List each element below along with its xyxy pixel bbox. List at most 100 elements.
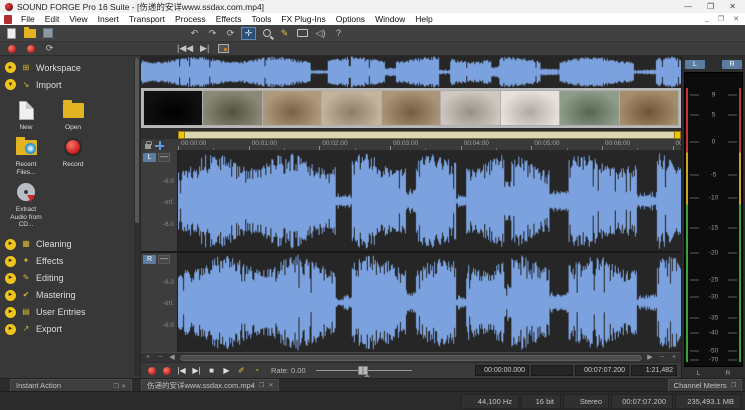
extract-audio-from-cd-button[interactable]: Extract Audio from CD...: [8, 180, 44, 228]
zoom-in-time-button[interactable]: +: [669, 354, 679, 362]
play-as-sample-button[interactable]: ✐: [235, 365, 248, 377]
video-thumbnail-9[interactable]: [620, 91, 678, 125]
sidebar-scrollbar[interactable]: [134, 58, 140, 376]
scrollbar-track[interactable]: [179, 355, 643, 361]
menu-options[interactable]: Options: [331, 14, 370, 24]
left-channel-waveform[interactable]: [178, 151, 681, 251]
event-tool-button[interactable]: [295, 27, 310, 40]
sidebar-section-user-entries[interactable]: ►▤User Entries: [2, 305, 131, 320]
remote-record-button[interactable]: [4, 42, 19, 55]
video-thumbnail-7[interactable]: [501, 91, 559, 125]
channel-meters-tab[interactable]: Channel Meters ❐: [668, 379, 742, 391]
menu-help[interactable]: Help: [410, 14, 437, 24]
doc-restore-button[interactable]: ❐: [718, 15, 724, 23]
sidebar-section-export[interactable]: ►↗Export: [2, 322, 131, 337]
new-file-button[interactable]: [4, 27, 19, 40]
doc-close-button[interactable]: ✕: [733, 15, 739, 23]
expand-arrow-icon[interactable]: ►: [5, 290, 16, 301]
undo-button[interactable]: ↶: [187, 27, 202, 40]
remote-record-button[interactable]: [145, 365, 158, 377]
doc-minimize-button[interactable]: _: [705, 15, 709, 23]
meter-left-button[interactable]: L: [685, 60, 705, 69]
instant-action-tab[interactable]: Instant Action ❐ ✕: [10, 379, 132, 391]
envelope-tool-button[interactable]: ◁): [313, 27, 328, 40]
go-to-start-button[interactable]: |◀: [175, 365, 188, 377]
channel-minimize-button[interactable]: —: [158, 255, 170, 264]
loop-playback-button[interactable]: ⟳: [42, 42, 57, 55]
menu-tools[interactable]: Tools: [247, 14, 277, 24]
level-meter[interactable]: 950-5-10-15-20-25-30-35-40-50-70: [684, 72, 743, 367]
menu-effects[interactable]: Effects: [211, 14, 247, 24]
recent-files-button[interactable]: Recent Files...: [8, 135, 44, 176]
video-thumbnail-1[interactable]: [144, 91, 202, 125]
channel-minimize-button[interactable]: —: [158, 153, 170, 162]
video-thumbnail-strip[interactable]: [141, 88, 681, 128]
save-button[interactable]: [40, 27, 55, 40]
menu-edit[interactable]: Edit: [40, 14, 65, 24]
whats-this-help-button[interactable]: ?: [331, 27, 346, 40]
edit-tool-button[interactable]: ✛: [241, 27, 256, 40]
loop-end-marker[interactable]: [674, 131, 681, 139]
close-icon[interactable]: ✕: [268, 382, 273, 389]
close-button[interactable]: ✕: [729, 2, 736, 11]
menu-transport[interactable]: Transport: [124, 14, 170, 24]
menu-process[interactable]: Process: [170, 14, 211, 24]
record-button[interactable]: [160, 365, 173, 377]
channel-button-r[interactable]: R: [143, 255, 156, 264]
pin-icon[interactable]: ❐: [259, 382, 264, 389]
selection-start-box[interactable]: [531, 365, 573, 376]
time-ruler[interactable]: 00:00:0000:01:0000:02:0000:03:0000:04:00…: [178, 139, 681, 151]
loop-start-marker[interactable]: [178, 131, 185, 139]
expand-arrow-icon[interactable]: ►: [5, 256, 16, 267]
scroll-left-button[interactable]: ◀: [167, 354, 177, 362]
video-thumbnail-3[interactable]: [263, 91, 321, 125]
meter-right-button[interactable]: R: [722, 60, 742, 69]
overview-waveform[interactable]: [141, 56, 681, 88]
video-thumbnail-5[interactable]: [382, 91, 440, 125]
waveform-column[interactable]: [178, 151, 681, 352]
expand-arrow-icon[interactable]: ►: [5, 239, 16, 250]
sidebar-section-cleaning[interactable]: ►▦Cleaning: [2, 237, 131, 252]
open-button[interactable]: Open: [55, 98, 91, 131]
scrollbar-thumb[interactable]: [180, 355, 642, 361]
sidebar-section-workspace[interactable]: ►⊞Workspace: [2, 60, 131, 75]
video-thumbnail-2[interactable]: [203, 91, 261, 125]
stop-button[interactable]: ■: [205, 365, 218, 377]
new-button[interactable]: New: [8, 98, 44, 131]
pan-tool-icon[interactable]: [155, 141, 164, 150]
selection-length-box[interactable]: 1:21,482: [631, 365, 677, 376]
loop-playback-button[interactable]: ◔: [250, 365, 263, 377]
repeat-button[interactable]: ⟳: [223, 27, 238, 40]
menu-window[interactable]: Window: [370, 14, 410, 24]
expand-arrow-icon[interactable]: ►: [5, 307, 16, 318]
pin-icon[interactable]: ❐: [731, 382, 736, 389]
expand-arrow-icon[interactable]: ►: [5, 273, 16, 284]
pencil-tool-button[interactable]: ✎: [277, 27, 292, 40]
go-to-end-button[interactable]: ▶|: [190, 365, 203, 377]
minimize-button[interactable]: —: [684, 2, 692, 11]
document-tab[interactable]: 伤递的安详www.ssdax.com.mp4 ❐ ✕: [141, 379, 279, 391]
zoom-out-time-button[interactable]: −: [657, 354, 667, 362]
sidebar-scrollbar-thumb[interactable]: [135, 58, 139, 223]
go-to-start-button[interactable]: |◀◀: [177, 42, 193, 55]
menu-fx-plug-ins[interactable]: FX Plug-Ins: [276, 14, 330, 24]
redo-button[interactable]: ↷: [205, 27, 220, 40]
video-thumbnail-6[interactable]: [441, 91, 499, 125]
maximize-button[interactable]: ❐: [707, 2, 714, 11]
cursor-position-box[interactable]: 00:00:00.000: [475, 365, 529, 376]
scroll-right-button[interactable]: ▶: [645, 354, 655, 362]
menu-insert[interactable]: Insert: [93, 14, 124, 24]
channel-button-l[interactable]: L: [143, 153, 156, 162]
sidebar-section-import[interactable]: ▼↘Import: [2, 77, 131, 92]
record-button[interactable]: Record: [55, 135, 91, 176]
go-to-end-button[interactable]: ▶|: [197, 42, 212, 55]
sidebar-section-mastering[interactable]: ►✔Mastering: [2, 288, 131, 303]
selection-end-box[interactable]: 00:07:07.200: [575, 365, 629, 376]
pin-icon[interactable]: ❐: [113, 384, 118, 390]
right-channel-waveform[interactable]: [178, 253, 681, 353]
expand-arrow-icon[interactable]: ▼: [5, 79, 16, 90]
zoom-in-button[interactable]: +: [143, 354, 153, 362]
close-icon[interactable]: ✕: [121, 384, 126, 390]
menu-file[interactable]: File: [16, 14, 40, 24]
expand-arrow-icon[interactable]: ►: [5, 324, 16, 335]
